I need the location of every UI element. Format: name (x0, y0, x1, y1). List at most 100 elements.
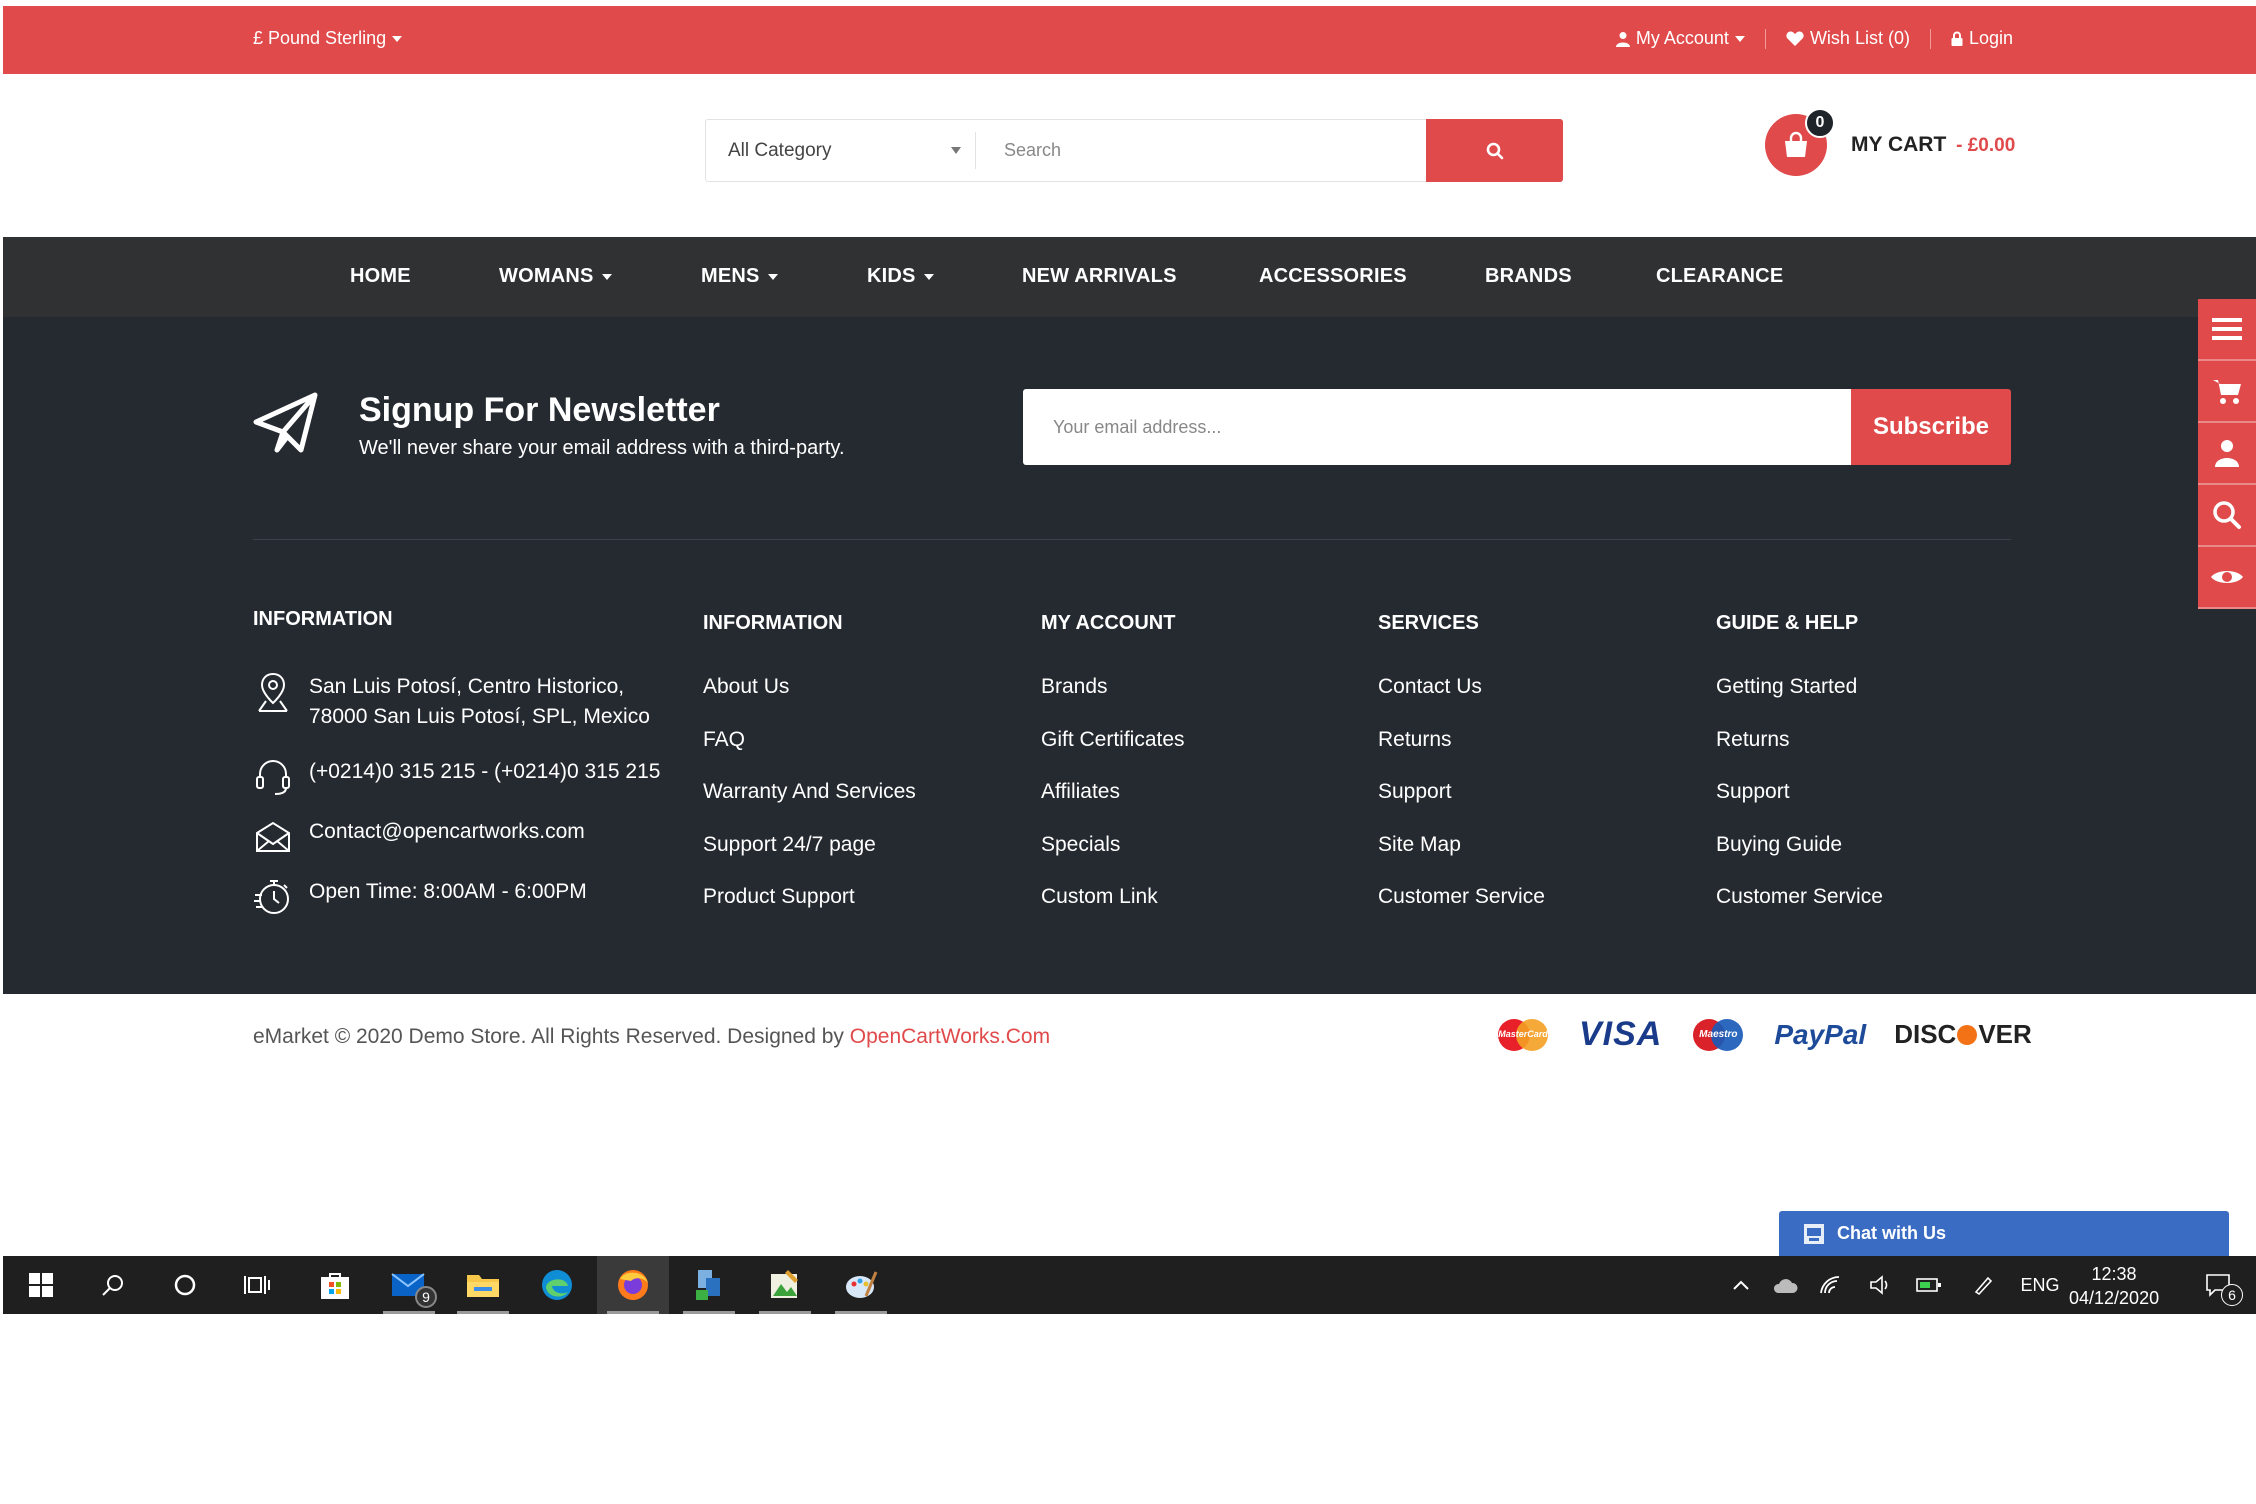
open-time: Open Time: 8:00AM - 6:00PM (309, 880, 587, 903)
nav-label: NEW ARRIVALS (1022, 265, 1177, 287)
nav-item-new-arrivals[interactable]: NEW ARRIVALS (1022, 265, 1177, 288)
nav-item-brands[interactable]: BRANDS (1485, 265, 1572, 288)
network-app[interactable] (673, 1256, 745, 1314)
paint-app[interactable] (825, 1256, 897, 1314)
start-button[interactable] (5, 1256, 77, 1314)
cart-button[interactable]: 0 MY CART - £0.00 (1765, 108, 2015, 176)
footer-links-services: Contact Us Returns Support Site Map Cust… (1378, 672, 1545, 935)
footer-col-heading: MY ACCOUNT (1041, 612, 1176, 634)
clock-date: 04/12/2020 (2069, 1288, 2160, 1308)
footer-link[interactable]: Site Map (1378, 830, 1545, 883)
notification-center-button[interactable]: 6 (2193, 1256, 2243, 1314)
network-drive-icon (696, 1270, 720, 1300)
task-view-button[interactable] (221, 1256, 293, 1314)
newsletter-email-input[interactable]: Your email address... (1023, 389, 1851, 465)
cart-label: MY CART (1851, 133, 1947, 156)
account-shortcut-button[interactable] (2198, 423, 2256, 485)
footer-link[interactable]: Warranty And Services (703, 777, 916, 830)
nav-item-home[interactable]: HOME (350, 265, 411, 288)
footer-link[interactable]: Contact Us (1378, 672, 1545, 725)
edge-icon (542, 1270, 572, 1300)
search-button[interactable] (77, 1256, 149, 1314)
footer-link[interactable]: Getting Started (1716, 672, 1883, 725)
chevron-up-icon (1733, 1280, 1749, 1290)
footer-link[interactable]: Support 24/7 page (703, 830, 916, 883)
battery-tray[interactable] (1909, 1256, 1949, 1314)
nav-item-womans[interactable]: WOMANS (499, 265, 612, 288)
pen-tray[interactable] (1963, 1256, 2003, 1314)
circle-icon (174, 1274, 196, 1296)
cortana-button[interactable] (149, 1256, 221, 1314)
search-input[interactable]: Search (976, 120, 1426, 181)
volume-tray[interactable] (1861, 1256, 1901, 1314)
nav-item-accessories[interactable]: ACCESSORIES (1259, 265, 1407, 288)
nav-item-clearance[interactable]: CLEARANCE (1656, 265, 1783, 288)
onedrive-tray[interactable] (1765, 1256, 1805, 1314)
newsletter-form: Your email address... Subscribe (1023, 389, 2011, 465)
nav-item-mens[interactable]: MENS (701, 265, 778, 288)
footer-link[interactable]: About Us (703, 672, 916, 725)
chat-widget[interactable]: Chat with Us (1779, 1211, 2229, 1256)
image-editor-icon (771, 1270, 798, 1298)
designer-link[interactable]: OpenCartWorks.Com (850, 1025, 1050, 1048)
footer-link[interactable]: Buying Guide (1716, 830, 1883, 883)
open-time-row: Open Time: 8:00AM - 6:00PM (253, 877, 587, 917)
search-bar: All Category Search (705, 119, 1563, 182)
footer-link[interactable]: Support (1716, 777, 1883, 830)
search-shortcut-button[interactable] (2198, 485, 2256, 547)
cart-shortcut-button[interactable] (2198, 361, 2256, 423)
footer-link[interactable]: Specials (1041, 830, 1185, 883)
footer-link[interactable]: Product Support (703, 882, 916, 935)
footer-link[interactable]: Customer Service (1378, 882, 1545, 935)
firefox-app[interactable] (597, 1256, 669, 1314)
user-icon (2215, 440, 2239, 467)
nav-item-kids[interactable]: KIDS (867, 265, 934, 288)
folder-icon (467, 1275, 499, 1297)
wishlist-label: Wish List (0) (1809, 28, 1910, 48)
currency-dropdown[interactable]: £ Pound Sterling (253, 28, 403, 49)
chevron-down-icon (767, 273, 778, 280)
footer-link[interactable]: Custom Link (1041, 882, 1185, 935)
subscribe-button[interactable]: Subscribe (1851, 389, 2011, 465)
footer-link[interactable]: Returns (1378, 725, 1545, 778)
firefox-icon (618, 1270, 648, 1300)
my-account-label: My Account (1635, 28, 1729, 48)
logo[interactable] (253, 114, 533, 194)
map-pin-icon (253, 672, 293, 712)
headset-icon (253, 757, 293, 797)
clock[interactable]: 12:38 04/12/2020 (2069, 1262, 2159, 1310)
email-address[interactable]: Contact@opencartworks.com (309, 817, 585, 847)
my-account-dropdown[interactable]: My Account (1596, 28, 1765, 49)
file-explorer-app[interactable] (447, 1256, 519, 1314)
recently-viewed-button[interactable] (2198, 547, 2256, 609)
footer-link[interactable]: Customer Service (1716, 882, 1883, 935)
footer-link[interactable]: Returns (1716, 725, 1883, 778)
wifi-tray[interactable] (1811, 1256, 1851, 1314)
store-app[interactable] (299, 1256, 371, 1314)
lock-icon (1951, 31, 1963, 46)
user-icon (1615, 31, 1630, 47)
footer-link[interactable]: Brands (1041, 672, 1185, 725)
footer-link[interactable]: Gift Certificates (1041, 725, 1185, 778)
mail-app[interactable]: 9 (373, 1256, 445, 1314)
menu-button[interactable] (2198, 299, 2256, 361)
currency-label: £ Pound Sterling (253, 28, 387, 48)
cart-count-badge: 0 (1805, 108, 1835, 138)
edge-app[interactable] (521, 1256, 593, 1314)
category-select[interactable]: All Category (706, 132, 976, 169)
footer-link[interactable]: FAQ (703, 725, 916, 778)
language-indicator[interactable]: ENG (2015, 1256, 2065, 1314)
wishlist-link[interactable]: Wish List (0) (1766, 28, 1930, 49)
chevron-down-icon (392, 35, 403, 42)
search-icon (1486, 142, 1503, 159)
cart-icon (2213, 380, 2241, 404)
search-icon (2213, 501, 2241, 529)
search-button[interactable] (1426, 119, 1563, 182)
footer-link[interactable]: Affiliates (1041, 777, 1185, 830)
footer-link[interactable]: Support (1378, 777, 1545, 830)
newsletter-subtitle: We'll never share your email address wit… (359, 437, 845, 459)
login-link[interactable]: Login (1931, 28, 2013, 49)
image-editor-app[interactable] (749, 1256, 821, 1314)
tray-overflow-button[interactable] (1721, 1256, 1761, 1314)
footer-col-heading: SERVICES (1378, 612, 1479, 634)
